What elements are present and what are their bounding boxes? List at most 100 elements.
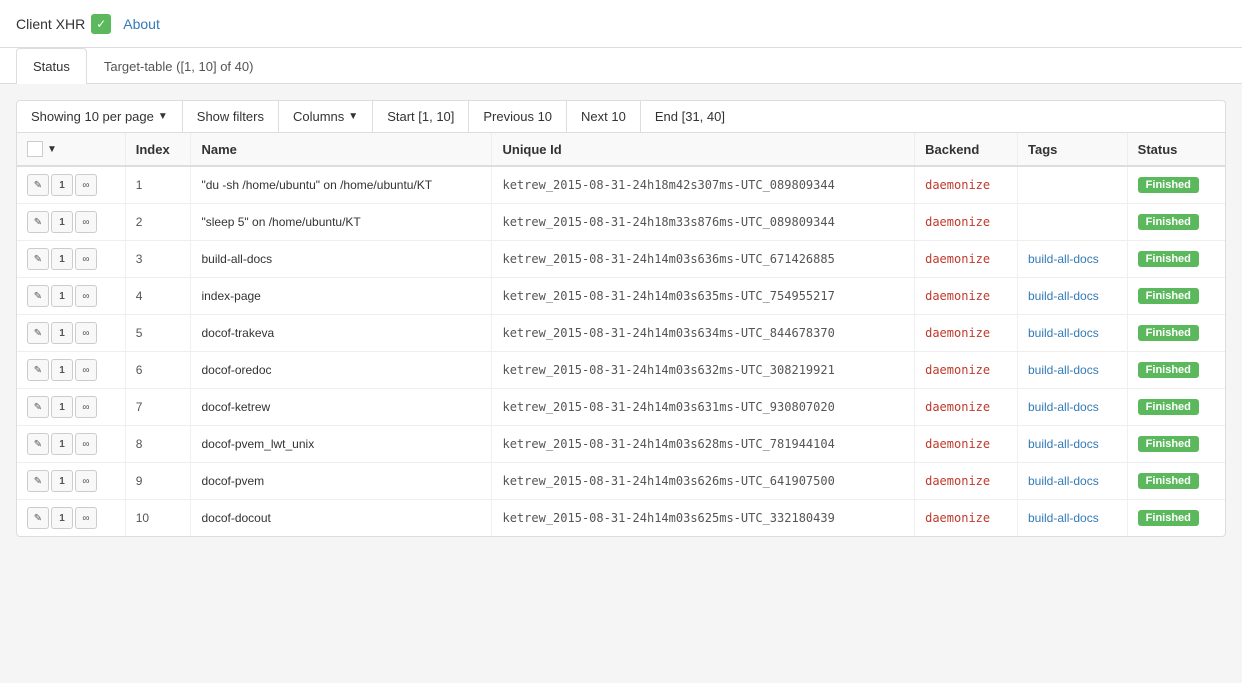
row-tags[interactable]: build-all-docs (1018, 278, 1128, 315)
tag-link[interactable]: build-all-docs (1028, 363, 1099, 377)
columns-button[interactable]: Columns ▼ (279, 101, 373, 132)
count-button[interactable]: 1 (51, 359, 73, 381)
backend-link[interactable]: daemonize (925, 511, 990, 525)
row-tags[interactable]: build-all-docs (1018, 500, 1128, 537)
backend-link[interactable]: daemonize (925, 437, 990, 451)
count-button[interactable]: 1 (51, 507, 73, 529)
tag-link[interactable]: build-all-docs (1028, 511, 1099, 525)
about-link[interactable]: About (123, 16, 160, 32)
row-index: 3 (125, 241, 191, 278)
row-tags[interactable]: build-all-docs (1018, 352, 1128, 389)
count-button[interactable]: 1 (51, 174, 73, 196)
start-button[interactable]: Start [1, 10] (373, 101, 469, 132)
status-badge: Finished (1138, 177, 1199, 193)
backend-link[interactable]: daemonize (925, 474, 990, 488)
row-backend[interactable]: daemonize (915, 278, 1018, 315)
row-name: docof-trakeva (191, 315, 492, 352)
row-unique-id: ketrew_2015-08-31-24h18m42s307ms-UTC_089… (492, 166, 915, 204)
edit-button[interactable]: ✎ (27, 396, 49, 418)
status-badge: Finished (1138, 251, 1199, 267)
row-tags[interactable]: build-all-docs (1018, 463, 1128, 500)
show-filters-button[interactable]: Show filters (183, 101, 279, 132)
row-name: "sleep 5" on /home/ubuntu/KT (191, 204, 492, 241)
row-backend[interactable]: daemonize (915, 389, 1018, 426)
info-button[interactable]: ∞ (75, 396, 97, 418)
table-row: ✎ 1 ∞ 4index-pageketrew_2015-08-31-24h14… (17, 278, 1225, 315)
edit-button[interactable]: ✎ (27, 285, 49, 307)
end-button[interactable]: End [31, 40] (641, 101, 739, 132)
count-button[interactable]: 1 (51, 285, 73, 307)
count-button[interactable]: 1 (51, 248, 73, 270)
next-button[interactable]: Next 10 (567, 101, 641, 132)
status-badge: Finished (1138, 362, 1199, 378)
info-button[interactable]: ∞ (75, 285, 97, 307)
table-container: Showing 10 per page ▼ Show filters Colum… (16, 100, 1226, 537)
info-button[interactable]: ∞ (75, 470, 97, 492)
backend-link[interactable]: daemonize (925, 326, 990, 340)
row-tags[interactable]: build-all-docs (1018, 426, 1128, 463)
info-button[interactable]: ∞ (75, 433, 97, 455)
backend-link[interactable]: daemonize (925, 252, 990, 266)
info-button[interactable]: ∞ (75, 359, 97, 381)
row-backend[interactable]: daemonize (915, 241, 1018, 278)
row-backend[interactable]: daemonize (915, 463, 1018, 500)
row-tags[interactable]: build-all-docs (1018, 241, 1128, 278)
backend-link[interactable]: daemonize (925, 215, 990, 229)
info-button[interactable]: ∞ (75, 248, 97, 270)
tag-link[interactable]: build-all-docs (1028, 400, 1099, 414)
count-button[interactable]: 1 (51, 396, 73, 418)
tag-link[interactable]: build-all-docs (1028, 437, 1099, 451)
backend-link[interactable]: daemonize (925, 363, 990, 377)
backend-link[interactable]: daemonize (925, 289, 990, 303)
tag-link[interactable]: build-all-docs (1028, 252, 1099, 266)
previous-button[interactable]: Previous 10 (469, 101, 567, 132)
row-tags[interactable]: build-all-docs (1018, 315, 1128, 352)
status-badge: Finished (1138, 214, 1199, 230)
edit-button[interactable]: ✎ (27, 248, 49, 270)
count-button[interactable]: 1 (51, 433, 73, 455)
showing-per-page-button[interactable]: Showing 10 per page ▼ (17, 101, 183, 132)
row-index: 10 (125, 500, 191, 537)
row-status: Finished (1127, 500, 1225, 537)
count-button[interactable]: 1 (51, 322, 73, 344)
tag-link[interactable]: build-all-docs (1028, 326, 1099, 340)
status-badge: Finished (1138, 288, 1199, 304)
edit-button[interactable]: ✎ (27, 174, 49, 196)
table-row: ✎ 1 ∞ 10docof-docoutketrew_2015-08-31-24… (17, 500, 1225, 537)
edit-button[interactable]: ✎ (27, 359, 49, 381)
row-name: index-page (191, 278, 492, 315)
row-actions-cell: ✎ 1 ∞ (17, 166, 125, 204)
row-backend[interactable]: daemonize (915, 166, 1018, 204)
row-backend[interactable]: daemonize (915, 315, 1018, 352)
info-button[interactable]: ∞ (75, 174, 97, 196)
row-backend[interactable]: daemonize (915, 500, 1018, 537)
row-backend[interactable]: daemonize (915, 352, 1018, 389)
count-button[interactable]: 1 (51, 211, 73, 233)
row-index: 2 (125, 204, 191, 241)
row-actions-cell: ✎ 1 ∞ (17, 352, 125, 389)
edit-button[interactable]: ✎ (27, 470, 49, 492)
th-select-caret: ▼ (47, 144, 57, 155)
client-xhr-text: Client XHR (16, 16, 85, 32)
backend-link[interactable]: daemonize (925, 400, 990, 414)
select-all-checkbox[interactable] (27, 141, 43, 157)
edit-button[interactable]: ✎ (27, 433, 49, 455)
info-button[interactable]: ∞ (75, 507, 97, 529)
row-backend[interactable]: daemonize (915, 426, 1018, 463)
th-status: Status (1127, 133, 1225, 166)
tag-link[interactable]: build-all-docs (1028, 474, 1099, 488)
tab-status[interactable]: Status (16, 48, 87, 84)
row-tags (1018, 166, 1128, 204)
count-button[interactable]: 1 (51, 470, 73, 492)
tab-target-table[interactable]: Target-table ([1, 10] of 40) (87, 48, 271, 84)
info-button[interactable]: ∞ (75, 211, 97, 233)
backend-link[interactable]: daemonize (925, 178, 990, 192)
tag-link[interactable]: build-all-docs (1028, 289, 1099, 303)
row-tags[interactable]: build-all-docs (1018, 389, 1128, 426)
row-backend[interactable]: daemonize (915, 204, 1018, 241)
edit-button[interactable]: ✎ (27, 322, 49, 344)
row-actions-cell: ✎ 1 ∞ (17, 426, 125, 463)
edit-button[interactable]: ✎ (27, 507, 49, 529)
info-button[interactable]: ∞ (75, 322, 97, 344)
edit-button[interactable]: ✎ (27, 211, 49, 233)
